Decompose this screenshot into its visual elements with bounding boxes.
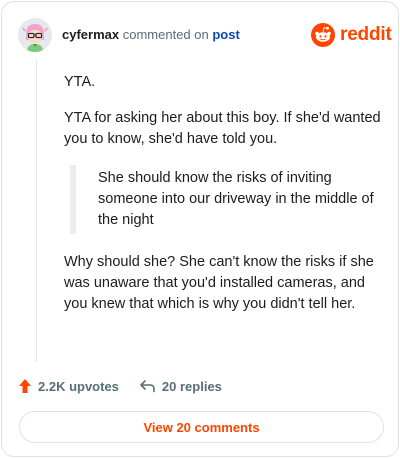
reply-arrow-icon [140, 380, 155, 393]
reddit-wordmark: reddit [340, 24, 392, 45]
reply-count: 20 replies [161, 378, 222, 394]
reddit-brand[interactable]: reddit [311, 22, 392, 48]
avatar[interactable] [18, 18, 52, 52]
upvote-arrow-icon [19, 379, 31, 393]
view-comments-button[interactable]: View 20 comments [19, 411, 384, 443]
comment-card: cyfermax commented on post reddit YTA. Y… [1, 1, 399, 457]
reddit-logo-icon [311, 23, 335, 47]
thread-line[interactable] [36, 60, 37, 362]
comment-header: cyfermax commented on post [62, 27, 240, 43]
comment-actions: 2.2K upvotes 20 replies [18, 376, 222, 396]
username-link[interactable]: cyfermax [62, 27, 119, 42]
post-link[interactable]: post [212, 27, 239, 42]
reply-button[interactable]: 20 replies [139, 379, 222, 394]
upvote-count: 2.2K upvotes [38, 378, 119, 394]
comment-body: YTA. YTA for asking her about this boy. … [64, 72, 384, 330]
avatar-icon [18, 18, 52, 52]
comment-paragraph: YTA. [64, 74, 96, 90]
upvote-button[interactable]: 2.2K upvotes [18, 378, 119, 394]
quoted-text: She should know the risks of inviting so… [70, 165, 384, 234]
commented-on-text: commented on [122, 27, 209, 42]
comment-paragraph: YTA for asking her about this boy. If sh… [64, 110, 381, 147]
comment-paragraph: Why should she? She can't know the risks… [64, 254, 374, 312]
